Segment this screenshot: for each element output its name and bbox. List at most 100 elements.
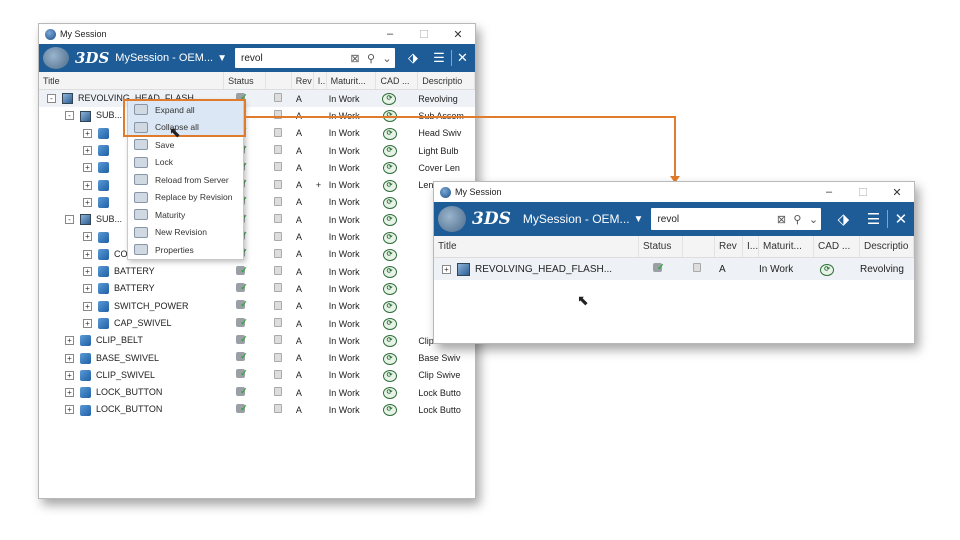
close-button[interactable]: ✕ (441, 28, 475, 41)
session-selector[interactable]: MySession - OEM... (523, 212, 630, 226)
col-status[interactable]: Status (224, 72, 266, 89)
unlocked-icon[interactable] (274, 179, 283, 189)
table-row[interactable]: +COVER_BATTERYAIn Work⟳ (39, 246, 475, 263)
menu-item-reload-from-server[interactable]: Reload from Server (128, 171, 243, 189)
menu-icon[interactable]: ☰ (427, 50, 451, 66)
col-title[interactable]: Title (39, 72, 225, 89)
table-row[interactable]: + BATTERY A In Work ⟳ (39, 263, 475, 280)
expand-toggle[interactable]: + (83, 128, 92, 138)
minimize-button[interactable]: – (373, 28, 407, 40)
menu-item-save[interactable]: Save (128, 136, 243, 154)
unlocked-icon[interactable] (693, 263, 701, 272)
unlocked-icon[interactable] (274, 162, 283, 172)
unlocked-icon[interactable] (274, 352, 282, 362)
expand-toggle[interactable]: + (83, 180, 92, 190)
table-row[interactable]: +CLIP_BELTAIn Work⟳Clip Belt (39, 332, 475, 349)
unlocked-icon[interactable] (274, 266, 283, 276)
maximize-button[interactable]: ☐ (846, 186, 880, 199)
table-row[interactable]: + A In Work ⟳ (39, 228, 475, 245)
expand-toggle[interactable]: + (83, 145, 92, 155)
expand-toggle[interactable]: - (47, 94, 56, 104)
table-row[interactable]: + A In Work ⟳ Cover Len (39, 159, 475, 176)
close-panel-icon[interactable]: ✕ (887, 210, 913, 228)
expand-toggle[interactable]: - (65, 215, 74, 225)
expand-toggle[interactable]: + (442, 264, 451, 274)
table-row[interactable]: + BASE_SWIVEL A In Work ⟳ Base Swiv (39, 349, 475, 366)
clear-icon[interactable]: ⊠ (773, 213, 789, 226)
col-title[interactable]: Title (434, 236, 639, 257)
clear-icon[interactable]: ⊠ (347, 52, 363, 65)
unlocked-icon[interactable] (274, 300, 283, 310)
unlocked-icon[interactable] (274, 283, 283, 293)
unlocked-icon[interactable] (274, 369, 282, 379)
col-lock[interactable] (683, 236, 715, 257)
col-status[interactable]: Status (639, 236, 683, 257)
close-button[interactable]: ✕ (880, 186, 914, 199)
search-icon[interactable]: ⚲ (789, 213, 805, 226)
expand-toggle[interactable]: + (83, 197, 92, 207)
user-avatar[interactable] (43, 47, 69, 69)
col-rev[interactable]: Rev (715, 236, 743, 257)
table-row[interactable]: + LOCK_BUTTON A In Work ⟳ Lock Butto (39, 401, 475, 418)
table-row[interactable]: - SUB... A In Work ⟳ (39, 211, 475, 228)
search-icon[interactable]: ⚲ (363, 52, 379, 65)
expand-toggle[interactable]: + (65, 353, 74, 363)
table-row[interactable]: -REVOLVING_HEAD_FLASH...AIn Work⟳Revolvi… (39, 90, 475, 108)
unlocked-icon[interactable] (274, 318, 283, 327)
unlocked-icon[interactable] (274, 231, 283, 241)
table-row[interactable]: + CLIP_SWIVEL A In Work ⟳ Clip Swive (39, 367, 475, 384)
chevron-down-icon[interactable]: ▼ (634, 214, 644, 225)
search-input[interactable]: revol (657, 214, 773, 225)
expand-toggle[interactable]: + (65, 405, 74, 415)
unlocked-icon[interactable] (274, 387, 282, 397)
col-i[interactable]: I... (743, 236, 759, 257)
unlocked-icon[interactable] (274, 404, 282, 414)
table-row[interactable]: + A In Work ⟳ (39, 194, 475, 211)
tag-icon[interactable]: ⬗ (827, 210, 859, 228)
search-box[interactable]: revol ⊠ ⚲ ⌄ (234, 48, 395, 68)
table-row[interactable]: + CAP_SWIVEL A In Work ⟳ (39, 315, 475, 332)
maximize-button[interactable]: ☐ (407, 28, 441, 41)
expand-toggle[interactable]: + (83, 249, 92, 259)
menu-item-properties[interactable]: Properties (128, 241, 243, 259)
expand-toggle[interactable]: + (83, 301, 92, 311)
unlocked-icon[interactable] (274, 335, 282, 345)
col-maturity[interactable]: Maturit... (759, 236, 814, 257)
close-panel-icon[interactable]: ✕ (450, 50, 473, 66)
unlocked-icon[interactable] (274, 127, 283, 137)
unlocked-icon[interactable] (273, 93, 282, 103)
unlocked-icon[interactable] (274, 145, 283, 155)
col-cad[interactable]: CAD ... (376, 72, 419, 89)
unlocked-icon[interactable] (274, 214, 282, 224)
col-description[interactable]: Descriptio (418, 72, 475, 89)
unlocked-icon[interactable] (274, 110, 282, 120)
col-maturity[interactable]: Maturit... (327, 72, 377, 89)
user-avatar[interactable] (438, 206, 466, 232)
table-row[interactable]: + BATTERY A In Work ⟳ (39, 280, 475, 297)
col-cad[interactable]: CAD ... (814, 236, 860, 257)
expand-toggle[interactable]: + (83, 232, 92, 242)
expand-toggle[interactable]: + (65, 370, 74, 380)
menu-item-replace-by-revision[interactable]: Replace by Revision (128, 189, 243, 207)
chevron-down-icon[interactable]: ⌄ (379, 52, 395, 65)
table-row[interactable]: + A In Work ⟳ Head Swiv (39, 125, 475, 142)
menu-item-maturity[interactable]: Maturity (128, 206, 243, 224)
expand-toggle[interactable]: - (65, 111, 74, 121)
menu-item-new-revision[interactable]: New Revision (128, 224, 243, 242)
col-i[interactable]: I... (314, 72, 327, 89)
unlocked-icon[interactable] (274, 196, 283, 206)
col-rev[interactable]: Rev (292, 72, 314, 89)
expand-toggle[interactable]: + (83, 163, 92, 173)
table-row[interactable]: + REVOLVING_HEAD_FLASH... A In Work ⟳ Rev… (434, 258, 914, 280)
chevron-down-icon[interactable]: ▼ (217, 53, 227, 64)
expand-toggle[interactable]: + (83, 267, 92, 277)
menu-item-lock[interactable]: Lock (128, 154, 243, 172)
table-row[interactable]: +A+In Work⟳Lens (39, 176, 475, 193)
search-box[interactable]: revol ⊠ ⚲ ⌄ (651, 208, 822, 230)
expand-toggle[interactable]: + (83, 318, 92, 328)
col-description[interactable]: Descriptio (860, 236, 914, 257)
tag-icon[interactable]: ⬗ (399, 50, 427, 66)
session-selector[interactable]: MySession - OEM... (115, 52, 213, 64)
menu-icon[interactable]: ☰ (859, 210, 887, 228)
expand-toggle[interactable]: + (65, 336, 74, 346)
